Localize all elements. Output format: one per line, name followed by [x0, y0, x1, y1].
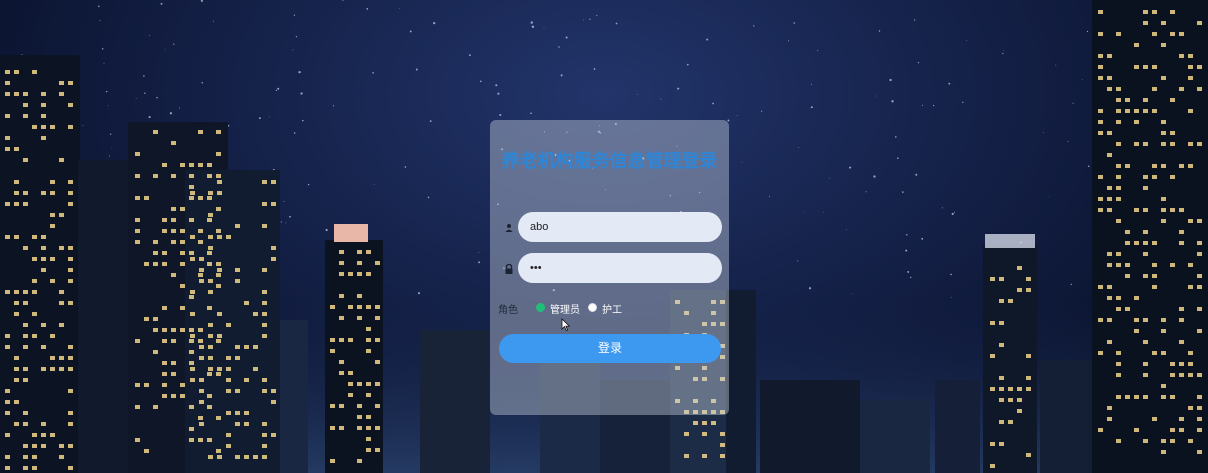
password-row — [500, 253, 722, 283]
mouse-cursor-icon — [561, 318, 571, 332]
role-option-admin-label: 管理员 — [550, 305, 580, 316]
login-title: 养老机构服务信息管理登录 — [501, 151, 718, 172]
username-input[interactable] — [518, 212, 722, 242]
password-input[interactable] — [518, 253, 722, 283]
role-selector: 角色 管理员 护工 — [498, 300, 718, 316]
radio-nurse[interactable] — [588, 303, 597, 312]
role-label: 角色 — [498, 305, 518, 316]
lock-icon — [502, 261, 516, 275]
login-card: 养老机构服务信息管理登录 角色 管理员 护工 登录 — [490, 120, 729, 415]
user-icon — [502, 220, 516, 234]
username-row — [500, 212, 722, 242]
radio-admin[interactable] — [536, 303, 545, 312]
login-button[interactable]: 登录 — [499, 334, 721, 363]
role-option-nurse-label: 护工 — [602, 305, 622, 316]
